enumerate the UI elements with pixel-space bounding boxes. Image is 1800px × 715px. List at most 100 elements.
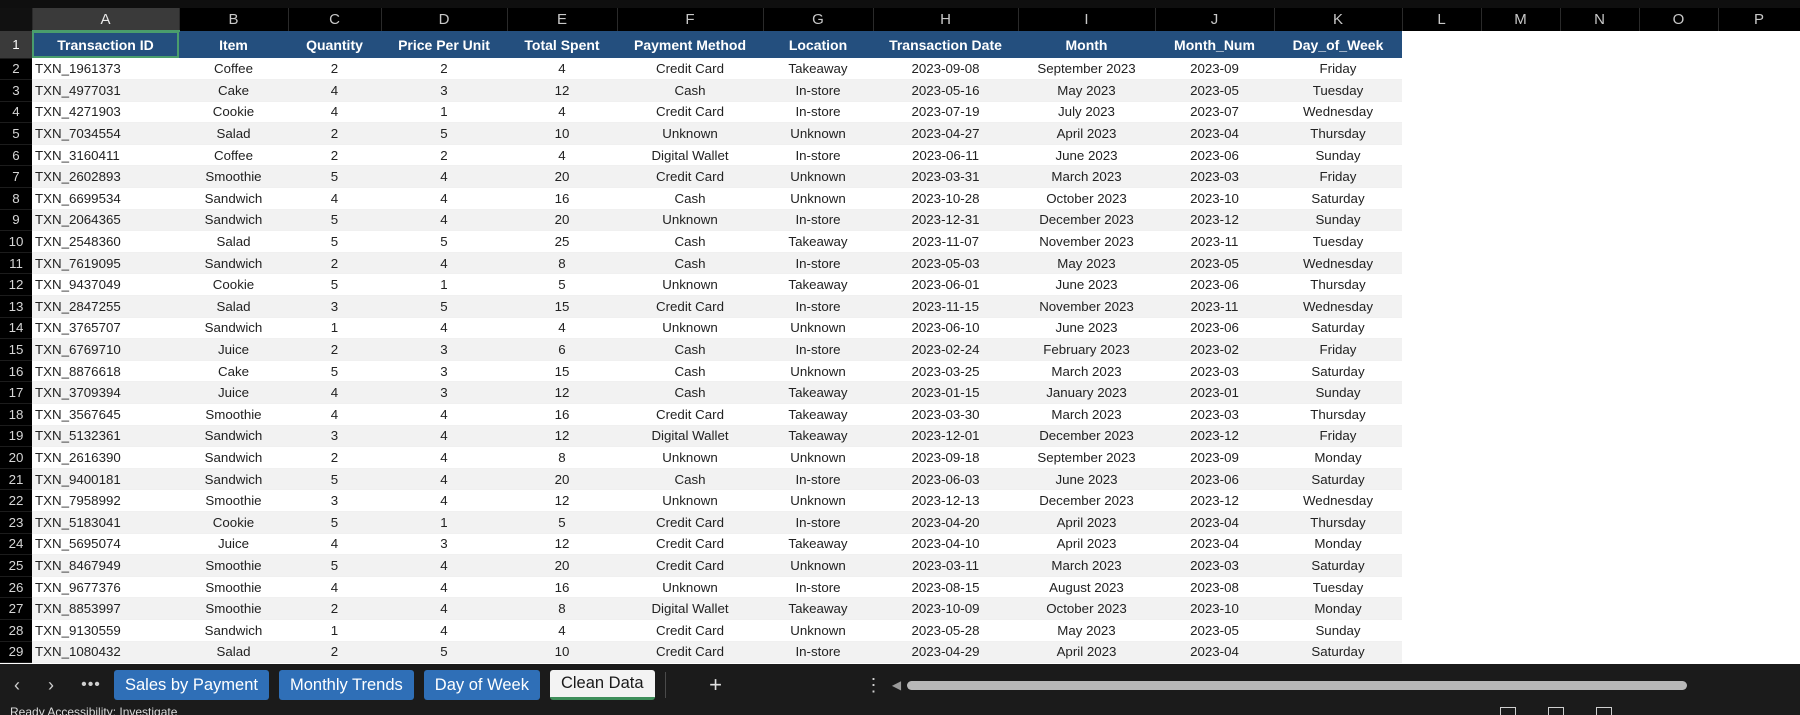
data-cell[interactable]: 5 (288, 360, 381, 383)
data-cell[interactable]: 1 (381, 511, 507, 534)
data-cell[interactable]: TXN_9677376 (32, 576, 179, 599)
header-cell[interactable]: Day_of_Week (1274, 31, 1402, 58)
data-cell[interactable]: 2023-02 (1155, 338, 1274, 361)
data-cell[interactable]: Smoothie (179, 489, 288, 512)
data-cell[interactable]: 4 (381, 425, 507, 448)
empty-cell[interactable] (1560, 101, 1639, 123)
data-cell[interactable]: 2023-11 (1155, 230, 1274, 253)
data-cell[interactable]: 2023-04-29 (873, 641, 1018, 664)
empty-cell[interactable] (1639, 619, 1718, 642)
data-cell[interactable]: 5 (381, 641, 507, 664)
data-cell[interactable]: 16 (507, 403, 617, 426)
data-cell[interactable]: 2023-09-18 (873, 446, 1018, 469)
empty-cell[interactable] (1402, 230, 1481, 253)
data-cell[interactable]: 20 (507, 209, 617, 232)
data-cell[interactable]: Friday (1274, 338, 1402, 361)
data-cell[interactable]: 2 (288, 641, 381, 664)
data-cell[interactable]: Cake (179, 360, 288, 383)
row-header[interactable]: 17 (0, 381, 32, 404)
data-cell[interactable]: 2023-03 (1155, 165, 1274, 189)
data-cell[interactable]: 20 (507, 468, 617, 491)
data-cell[interactable]: October 2023 (1018, 597, 1155, 620)
data-cell[interactable]: 5 (288, 165, 381, 189)
data-cell[interactable]: 4 (507, 144, 617, 167)
data-cell[interactable]: Monday (1274, 533, 1402, 556)
data-cell[interactable]: Cash (617, 468, 763, 491)
data-cell[interactable]: Smoothie (179, 165, 288, 189)
data-cell[interactable]: TXN_3160411 (32, 144, 179, 167)
empty-cell[interactable] (1639, 122, 1718, 145)
data-cell[interactable]: Smoothie (179, 554, 288, 577)
data-cell[interactable]: Thursday (1274, 273, 1402, 297)
data-cell[interactable]: Credit Card (617, 58, 763, 81)
empty-cell[interactable] (1481, 360, 1560, 382)
data-cell[interactable]: Credit Card (617, 295, 763, 318)
row-header[interactable]: 15 (0, 338, 32, 361)
data-cell[interactable]: 4 (288, 101, 381, 124)
row-header[interactable]: 14 (0, 317, 32, 340)
column-header-a[interactable]: A (32, 8, 180, 32)
empty-cell[interactable] (1718, 31, 1800, 58)
row-header[interactable]: 24 (0, 533, 32, 556)
data-cell[interactable]: 16 (507, 187, 617, 210)
data-cell[interactable]: Sandwich (179, 468, 288, 491)
row-header[interactable]: 23 (0, 511, 32, 534)
data-cell[interactable]: Sandwich (179, 209, 288, 232)
data-cell[interactable]: 2 (288, 597, 381, 620)
empty-cell[interactable] (1402, 58, 1481, 80)
data-cell[interactable]: 4 (288, 403, 381, 426)
plus-icon[interactable]: + (676, 672, 756, 698)
data-cell[interactable]: TXN_7958992 (32, 489, 179, 512)
row-header[interactable]: 10 (0, 230, 32, 253)
empty-cell[interactable] (1718, 641, 1800, 663)
data-cell[interactable]: 3 (288, 295, 381, 318)
data-cell[interactable]: 2023-03-31 (873, 165, 1018, 189)
data-cell[interactable]: Tuesday (1274, 576, 1402, 599)
column-header-o[interactable]: O (1639, 8, 1719, 31)
empty-cell[interactable] (1639, 273, 1718, 296)
data-cell[interactable]: 2023-04-20 (873, 511, 1018, 534)
empty-cell[interactable] (1481, 79, 1560, 102)
row-header[interactable]: 12 (0, 273, 32, 297)
empty-cell[interactable] (1481, 273, 1560, 296)
data-cell[interactable]: 2023-12-01 (873, 425, 1018, 448)
data-cell[interactable]: Credit Card (617, 619, 763, 642)
empty-cell[interactable] (1639, 338, 1718, 361)
data-cell[interactable]: April 2023 (1018, 533, 1155, 556)
data-cell[interactable]: 2023-08-15 (873, 576, 1018, 599)
data-cell[interactable]: 16 (507, 576, 617, 599)
empty-cell[interactable] (1560, 403, 1639, 426)
empty-cell[interactable] (1402, 295, 1481, 318)
empty-cell[interactable] (1481, 230, 1560, 253)
data-cell[interactable]: 2023-05 (1155, 79, 1274, 102)
empty-cell[interactable] (1560, 209, 1639, 231)
data-cell[interactable]: Credit Card (617, 403, 763, 426)
data-cell[interactable]: 2023-03-30 (873, 403, 1018, 426)
data-cell[interactable]: 2023-03 (1155, 554, 1274, 577)
column-header-i[interactable]: I (1018, 8, 1156, 31)
data-cell[interactable]: 4 (288, 381, 381, 404)
empty-cell[interactable] (1402, 79, 1481, 102)
empty-cell[interactable] (1402, 511, 1481, 534)
data-cell[interactable]: 2023-06 (1155, 273, 1274, 297)
data-cell[interactable]: In-store (763, 295, 873, 318)
data-cell[interactable]: January 2023 (1018, 381, 1155, 404)
data-cell[interactable]: Cash (617, 381, 763, 404)
data-cell[interactable]: 2023-10 (1155, 187, 1274, 210)
data-cell[interactable]: 4 (381, 576, 507, 599)
data-cell[interactable]: 4 (381, 317, 507, 340)
data-cell[interactable]: 2023-05-03 (873, 252, 1018, 275)
empty-cell[interactable] (1718, 58, 1800, 80)
data-cell[interactable]: TXN_5695074 (32, 533, 179, 556)
empty-cell[interactable] (1481, 187, 1560, 210)
empty-cell[interactable] (1718, 165, 1800, 188)
row-header[interactable]: 6 (0, 144, 32, 167)
data-cell[interactable]: Sunday (1274, 144, 1402, 167)
row-header[interactable]: 11 (0, 252, 32, 275)
data-cell[interactable]: 5 (288, 273, 381, 297)
row-header[interactable]: 18 (0, 403, 32, 426)
data-cell[interactable]: 4 (381, 165, 507, 189)
header-cell[interactable]: Transaction Date (873, 31, 1018, 58)
empty-cell[interactable] (1560, 252, 1639, 274)
row-header[interactable]: 4 (0, 101, 32, 124)
